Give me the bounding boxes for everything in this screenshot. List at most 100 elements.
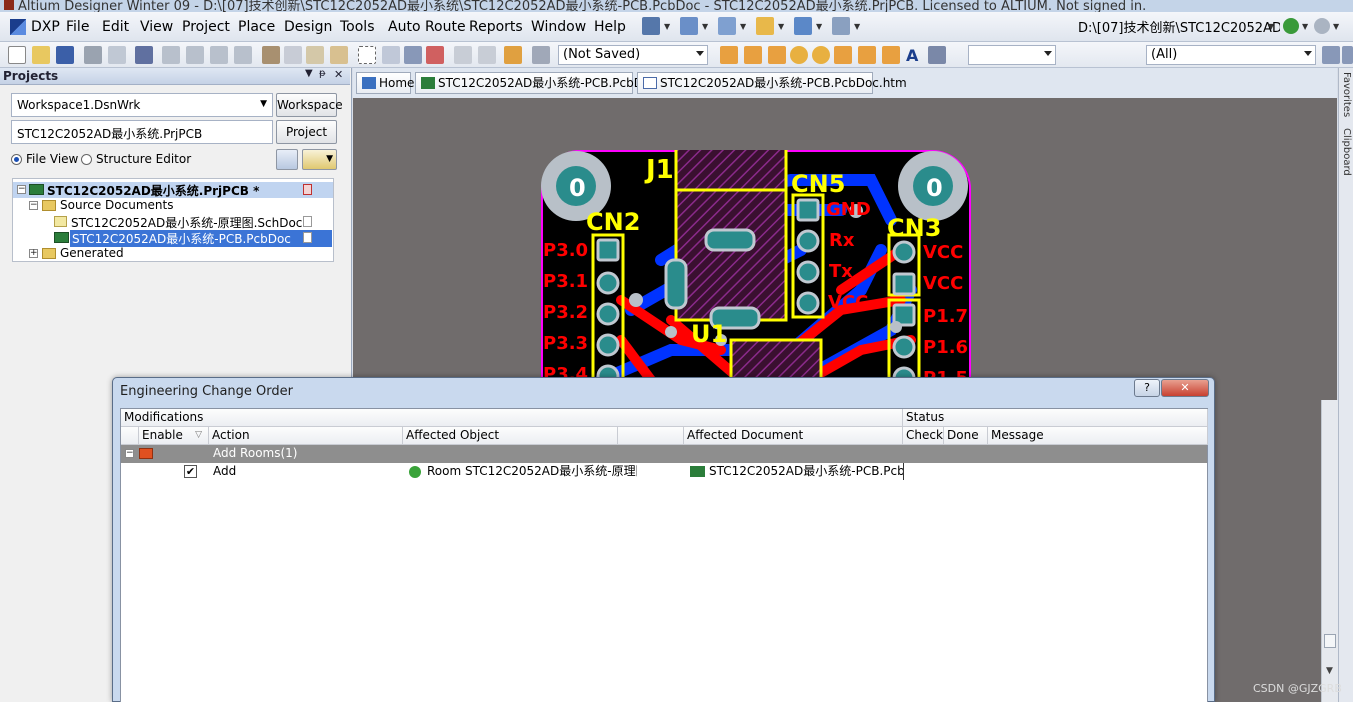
col-action[interactable]: Action (209, 427, 403, 445)
back-icon[interactable] (1283, 18, 1299, 34)
filter-combo[interactable]: (All) (1146, 45, 1316, 65)
project-field[interactable]: STC12C2052AD最小系统.PrjPCB (11, 120, 273, 144)
via-icon[interactable] (812, 46, 830, 64)
favorites-tab[interactable]: Favorites (1341, 72, 1352, 117)
route-multiple-icon[interactable] (744, 46, 762, 64)
expand-icon[interactable]: + (29, 249, 38, 258)
copy-icon[interactable] (284, 46, 302, 64)
string-icon[interactable]: A (906, 46, 924, 65)
browse-icon[interactable] (532, 46, 550, 64)
col-message[interactable]: Message (988, 427, 1208, 445)
menu-auto-route[interactable]: Auto Route (388, 19, 466, 35)
menu-file[interactable]: File (66, 19, 89, 35)
polygon-icon[interactable] (882, 46, 900, 64)
chevron-down-icon[interactable]: ▼ (778, 22, 784, 31)
menu-window[interactable]: Window (531, 19, 586, 35)
project-button[interactable]: Project (276, 120, 337, 144)
chevron-down-icon[interactable]: ▼ (854, 22, 860, 31)
col-affected-document[interactable]: Affected Document (684, 427, 903, 445)
structure-editor-radio[interactable] (81, 154, 92, 165)
deselect-icon[interactable] (426, 46, 444, 64)
menu-project[interactable]: Project (182, 19, 230, 35)
filter-icon[interactable]: ▽ (195, 427, 202, 444)
layers-icon[interactable] (794, 17, 812, 35)
close-button[interactable]: ✕ (1161, 379, 1209, 397)
col-enable[interactable]: Enable ▽ (139, 427, 209, 445)
zoom-area-icon[interactable] (186, 46, 204, 64)
enable-checkbox[interactable]: ✔ (184, 465, 197, 478)
table-row[interactable]: ✔ Add Room STC12C2052AD最小系统-原理图 To STC12… (121, 463, 1207, 481)
interactive-route-icon[interactable] (720, 46, 738, 64)
pad-icon[interactable] (790, 46, 808, 64)
filter-apply-icon[interactable] (1322, 46, 1340, 64)
select-overlap-icon[interactable] (404, 46, 422, 64)
tree-source-documents[interactable]: − Source Documents (13, 198, 333, 214)
print-icon[interactable] (84, 46, 102, 64)
pin-icon[interactable]: ᵽ (319, 68, 326, 79)
tree-sch-doc[interactable]: STC12C2052AD最小系统-原理图.SchDoc (13, 214, 333, 230)
collapse-icon[interactable]: − (17, 185, 26, 194)
arc-icon[interactable] (834, 46, 852, 64)
tab-pcb-doc[interactable]: STC12C2052AD最小系统-PCB.PcbDoc (415, 72, 657, 94)
pencil-icon[interactable] (504, 46, 522, 64)
help-button[interactable]: ? (1134, 379, 1160, 397)
col-check[interactable]: Check (903, 427, 944, 445)
add-document-icon[interactable]: ▼ (302, 149, 337, 170)
clipboard-tab[interactable]: Clipboard (1341, 128, 1352, 176)
open-folder-icon[interactable] (32, 46, 50, 64)
cut-icon[interactable] (262, 46, 280, 64)
layers-stack-icon[interactable] (135, 46, 153, 64)
menu-view[interactable]: View (140, 19, 173, 35)
chevron-down-icon[interactable]: ▼ (1302, 22, 1308, 31)
zoom-selected-icon[interactable] (210, 46, 228, 64)
collapse-icon[interactable]: − (29, 201, 38, 210)
col-affected-object[interactable]: Affected Object (403, 427, 618, 445)
col-done[interactable]: Done (944, 427, 988, 445)
tree-generated[interactable]: + Generated (13, 246, 333, 262)
tab-home[interactable]: Home (356, 72, 414, 94)
menu-place[interactable]: Place (238, 19, 275, 35)
group-row-add-rooms[interactable]: − Add Rooms(1) (121, 445, 1207, 463)
tab-pcb-htm[interactable]: STC12C2052AD最小系统-PCB.PcbDoc.htm (637, 72, 907, 94)
menu-help[interactable]: Help (594, 19, 626, 35)
menu-design[interactable]: Design (284, 19, 332, 35)
chevron-down-icon[interactable]: ▼ (816, 22, 822, 31)
redo-icon[interactable] (478, 46, 496, 64)
close-icon[interactable]: ✕ (334, 68, 343, 81)
save-state-combo[interactable]: (Not Saved) (558, 45, 708, 65)
filter-clear-icon[interactable] (1342, 46, 1353, 64)
forward-icon[interactable] (1314, 18, 1330, 34)
grid-icon[interactable] (832, 17, 850, 35)
tree-root[interactable]: − STC12C2052AD最小系统.PrjPCB * (13, 182, 333, 198)
fill-icon[interactable] (858, 46, 876, 64)
scroll-thumb[interactable] (1324, 634, 1336, 648)
chevron-down-icon[interactable]: ▼ (1268, 22, 1274, 31)
component-icon[interactable] (928, 46, 946, 64)
undo-icon[interactable] (454, 46, 472, 64)
collapse-icon[interactable]: − (125, 449, 134, 458)
chevron-down-icon[interactable]: ▼ (664, 22, 670, 31)
file-view-radio[interactable] (11, 154, 22, 165)
chevron-down-icon[interactable]: ▼ (1333, 22, 1339, 31)
ruler-icon[interactable] (756, 17, 774, 35)
rubber-stamp-icon[interactable] (330, 46, 348, 64)
align-icon[interactable] (680, 17, 698, 35)
select-area-icon[interactable] (358, 46, 376, 64)
panel-menu-icon[interactable]: ▼ (305, 68, 313, 79)
workspace-button[interactable]: Workspace (276, 93, 343, 117)
paste-icon[interactable] (306, 46, 324, 64)
chevron-down-icon[interactable]: ▼ (740, 22, 746, 31)
menu-dxp[interactable]: DXP (31, 19, 60, 35)
zoom-fit-icon[interactable] (162, 46, 180, 64)
layer-combo[interactable] (968, 45, 1056, 65)
save-icon[interactable] (56, 46, 74, 64)
dxp-logo-icon[interactable] (10, 19, 26, 35)
workspace-select[interactable]: Workspace1.DsnWrk ▼ (11, 93, 273, 117)
menu-reports[interactable]: Reports (469, 19, 523, 35)
differential-route-icon[interactable] (768, 46, 786, 64)
menu-tools[interactable]: Tools (340, 19, 375, 35)
move-icon[interactable] (382, 46, 400, 64)
new-file-icon[interactable] (8, 46, 26, 64)
scroll-down-icon[interactable]: ▼ (1326, 666, 1333, 676)
chart-icon[interactable] (642, 17, 660, 35)
